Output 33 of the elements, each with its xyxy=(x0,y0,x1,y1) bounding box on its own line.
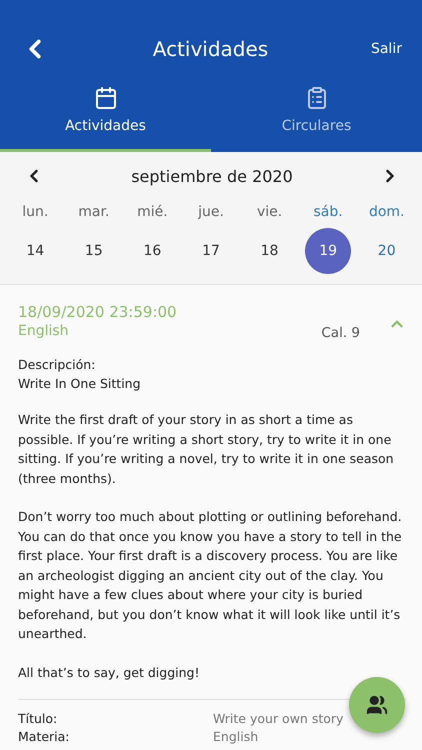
screen-title: Actividades xyxy=(152,37,268,61)
description-paragraph: Don’t worry too much about plotting or outlining beforehand. You can do that once you know you have a story to tell in the first place. Your first draft is a discovery process. You are like an archeologist digging an ancient city out of the clay. You might have a few clues about where your city is buried beforehand, but you don’t know what it will look like until it’s unearthed. xyxy=(18,508,403,643)
description-label: Descripción: xyxy=(18,357,96,372)
description-title: Write In One Sitting xyxy=(18,376,142,391)
weekday-label: dom. xyxy=(368,204,404,220)
weekday-label: vie. xyxy=(256,204,282,220)
month-title: septiembre de 2020 xyxy=(131,166,293,186)
calendar-day[interactable]: 16 xyxy=(129,228,176,274)
calendar-day[interactable]: 15 xyxy=(70,228,117,274)
detail-label: Título: xyxy=(18,710,58,728)
calendar-day[interactable]: 18 xyxy=(246,228,293,274)
people-button[interactable] xyxy=(349,677,405,733)
detail-value: Write your own story xyxy=(213,710,344,728)
weekday-label: jue. xyxy=(198,204,224,220)
subject-label: English xyxy=(18,323,70,339)
tab[interactable]: Circulares xyxy=(211,78,422,152)
description-paragraph: All that’s to say, get digging! xyxy=(18,664,200,682)
calendar-icon xyxy=(94,86,118,110)
calendar-day[interactable]: 20 xyxy=(364,228,410,274)
calendar-day[interactable]: 17 xyxy=(188,228,234,274)
description-paragraph: Write the first draft of your story in as short a time as possible. If you’re writing a short story, try to write it in one sitting. If you’re writing a novel, try to write it in one season (three months). xyxy=(18,411,395,488)
due-date: 18/09/2020 23:59:00 xyxy=(18,303,178,321)
weekday-label: sáb. xyxy=(314,204,343,220)
calendar-day[interactable]: 14 xyxy=(12,228,58,274)
detail-value: English xyxy=(213,728,260,746)
calendar-day[interactable]: 19 xyxy=(305,228,352,274)
weekday-label: mar. xyxy=(78,204,110,220)
logout-button[interactable]: Salir xyxy=(370,41,402,57)
weekday-label: lun. xyxy=(22,204,48,220)
people-icon xyxy=(366,694,388,716)
weekday-label: mié. xyxy=(137,204,168,220)
detail-label: Materia: xyxy=(18,728,71,746)
grade-label: Cal. 9 xyxy=(321,325,360,341)
